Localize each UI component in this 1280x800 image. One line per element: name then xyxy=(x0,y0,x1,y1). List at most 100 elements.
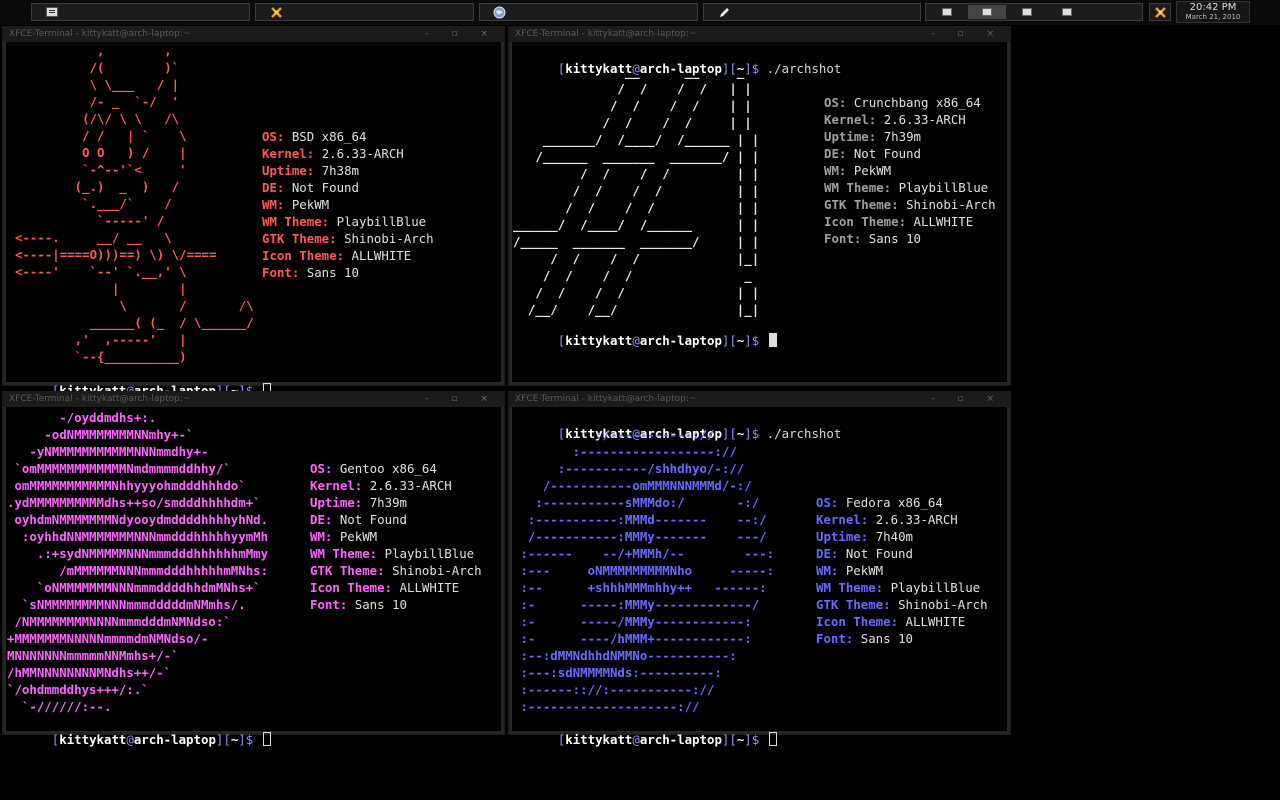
sysinfo-key: Icon Theme: xyxy=(262,248,352,263)
text-cursor xyxy=(262,732,271,746)
clock[interactable]: 20:42 PM March 21, 2010 xyxy=(1176,1,1250,23)
sysinfo-key: DE: xyxy=(262,180,292,195)
terminal-body[interactable]: [kittykatt@arch-laptop][~]$ ./archshot :… xyxy=(509,407,1010,747)
terminal-body[interactable]: , , /( )` \ \___ / | /- _ `-/ ' (/\/ \ \… xyxy=(3,42,504,398)
sysinfo-row: GTK Theme: Shinobi-Arch xyxy=(262,230,434,247)
sysinfo-row: Kernel: 2.6.33-ARCH xyxy=(310,477,482,494)
sysinfo-value: PekWM xyxy=(853,163,892,178)
window-titlebar[interactable]: XFCE-Terminal - kittykatt@arch-laptop:~ … xyxy=(3,27,504,42)
sysinfo-value: PlaybillBlue xyxy=(898,180,989,195)
window-titlebar[interactable]: XFCE-Terminal - kittykatt@arch-laptop:~ … xyxy=(509,27,1010,42)
sysinfo-row: DE: Not Found xyxy=(262,179,434,196)
sysinfo-list: OS: Crunchbang x86_64 Kernel: 2.6.33-ARCH… xyxy=(824,94,996,247)
sysinfo-key: WM Theme: xyxy=(262,214,337,229)
sysinfo-row: DE: Not Found xyxy=(310,511,482,528)
system-tray[interactable] xyxy=(1149,3,1171,21)
window-titlebar[interactable]: XFCE-Terminal - kittykatt@arch-laptop:~ … xyxy=(3,392,504,407)
sysinfo-value: Crunchbang x86_64 xyxy=(853,95,981,110)
sysinfo-row: Uptime: 7h40m xyxy=(816,528,988,545)
window-titlebar[interactable]: XFCE-Terminal - kittykatt@arch-laptop:~ … xyxy=(509,392,1010,407)
terminal-body[interactable]: -/oyddmdhs+:. -odNMMMMMMMMNNmhy+-` -yNMM… xyxy=(3,407,504,747)
terminal-window-gentoo[interactable]: XFCE-Terminal - kittykatt@arch-laptop:~ … xyxy=(2,391,505,747)
taskbar-button-editor[interactable] xyxy=(703,3,921,21)
sysinfo-value: Gentoo x86_64 xyxy=(339,461,437,476)
sysinfo-key: Kernel: xyxy=(816,512,876,527)
sysinfo-key: GTK Theme: xyxy=(310,563,393,578)
sysinfo-row: Icon Theme: ALLWHITE xyxy=(310,579,482,596)
sysinfo-value: Shinobi-Arch xyxy=(898,597,988,612)
ascii-logo-crunchbang: __ __ _ / / / / | | / / / / | | / / / / … xyxy=(513,64,760,317)
sysinfo-value: Shinobi-Arch xyxy=(906,197,996,212)
sysinfo-key: WM: xyxy=(816,563,846,578)
sysinfo-row: OS: Crunchbang x86_64 xyxy=(824,94,996,111)
sysinfo-key: DE: xyxy=(310,512,340,527)
window-title: XFCE-Terminal - kittykatt@arch-laptop:~ xyxy=(515,29,697,39)
sysinfo-list: OS: Gentoo x86_64 Kernel: 2.6.33-ARCH Upti… xyxy=(310,460,482,613)
window-mini-icon xyxy=(982,8,992,16)
sysinfo-value: 7h39m xyxy=(369,495,407,510)
sysinfo-key: Uptime: xyxy=(310,495,370,510)
window-controls[interactable]: - ▫ × xyxy=(931,27,1004,42)
workspace-2[interactable] xyxy=(968,5,1006,19)
taskbar-button-terminal[interactable] xyxy=(31,3,250,21)
sysinfo-key: Icon Theme: xyxy=(816,614,906,629)
sysinfo-value: ALLWHITE xyxy=(351,248,412,263)
text-cursor xyxy=(768,333,777,347)
sysinfo-key: Uptime: xyxy=(262,163,322,178)
sysinfo-key: WM: xyxy=(824,163,854,178)
workspace-3[interactable] xyxy=(1008,5,1046,19)
sysinfo-row: WM Theme: PlaybillBlue xyxy=(824,179,996,196)
clock-date: March 21, 2010 xyxy=(1185,13,1241,21)
workspace-1[interactable] xyxy=(928,5,966,19)
sysinfo-row: Icon Theme: ALLWHITE xyxy=(262,247,434,264)
sysinfo-key: OS: xyxy=(310,461,340,476)
terminal-window-bsd[interactable]: XFCE-Terminal - kittykatt@arch-laptop:~ … xyxy=(2,26,505,398)
window-controls[interactable]: - ▫ × xyxy=(931,392,1004,407)
sysinfo-value: Shinobi-Arch xyxy=(344,231,434,246)
sysinfo-key: OS: xyxy=(262,129,292,144)
browser-icon xyxy=(493,6,506,19)
ascii-logo-fedora: :/-----------:// :------------------:// … xyxy=(520,427,775,714)
tray-tools-icon xyxy=(1155,7,1166,18)
shell-prompt[interactable]: [kittykatt@arch-laptop][~]$ xyxy=(513,714,777,765)
sysinfo-key: Font: xyxy=(310,597,355,612)
sysinfo-row: WM Theme: PlaybillBlue xyxy=(262,213,434,230)
shell-prompt[interactable]: [kittykatt@arch-laptop][~]$ xyxy=(513,315,777,366)
sysinfo-value: 7h38m xyxy=(321,163,359,178)
sysinfo-row: Icon Theme: ALLWHITE xyxy=(824,213,996,230)
sysinfo-key: GTK Theme: xyxy=(824,197,907,212)
sysinfo-row: WM: PekWM xyxy=(310,528,482,545)
sysinfo-key: WM Theme: xyxy=(824,180,899,195)
sysinfo-key: DE: xyxy=(816,546,846,561)
sysinfo-key: GTK Theme: xyxy=(816,597,899,612)
sysinfo-value: PlaybillBlue xyxy=(890,580,981,595)
window-controls[interactable]: - ▫ × xyxy=(425,392,498,407)
sysinfo-row: OS: Gentoo x86_64 xyxy=(310,460,482,477)
sysinfo-key: OS: xyxy=(824,95,854,110)
typed-command: ./archshot xyxy=(766,426,842,441)
text-cursor xyxy=(768,732,777,746)
terminal-window-fedora[interactable]: XFCE-Terminal - kittykatt@arch-laptop:~ … xyxy=(508,391,1011,747)
sysinfo-key: WM Theme: xyxy=(310,546,385,561)
sysinfo-row: WM Theme: PlaybillBlue xyxy=(816,579,988,596)
sysinfo-value: Sans 10 xyxy=(354,597,407,612)
workspace-4[interactable] xyxy=(1048,5,1086,19)
sysinfo-row: Kernel: 2.6.33-ARCH xyxy=(816,511,988,528)
sysinfo-key: Kernel: xyxy=(824,112,884,127)
sysinfo-key: WM: xyxy=(310,529,340,544)
taskbar-button-tools[interactable] xyxy=(255,3,474,21)
sysinfo-value: Fedora x86_64 xyxy=(845,495,943,510)
sysinfo-key: Icon Theme: xyxy=(310,580,400,595)
sysinfo-value: BSD x86_64 xyxy=(291,129,367,144)
sysinfo-value: Sans 10 xyxy=(868,231,921,246)
window-mini-icon xyxy=(1022,8,1032,16)
ascii-logo-bsd: , , /( )` \ \___ / | /- _ `-/ ' (/\/ \ \… xyxy=(15,43,254,364)
sysinfo-row: GTK Theme: Shinobi-Arch xyxy=(824,196,996,213)
terminal-window-crunchbang[interactable]: XFCE-Terminal - kittykatt@arch-laptop:~ … xyxy=(508,26,1011,386)
taskbar-button-browser[interactable] xyxy=(479,3,698,21)
terminal-body[interactable]: [kittykatt@arch-laptop][~]$ ./archshot _… xyxy=(509,42,1010,385)
shell-prompt[interactable]: [kittykatt@arch-laptop][~]$ xyxy=(7,714,271,765)
window-controls[interactable]: - ▫ × xyxy=(425,27,498,42)
sysinfo-key: OS: xyxy=(816,495,846,510)
sysinfo-row: Font: Sans 10 xyxy=(310,596,482,613)
